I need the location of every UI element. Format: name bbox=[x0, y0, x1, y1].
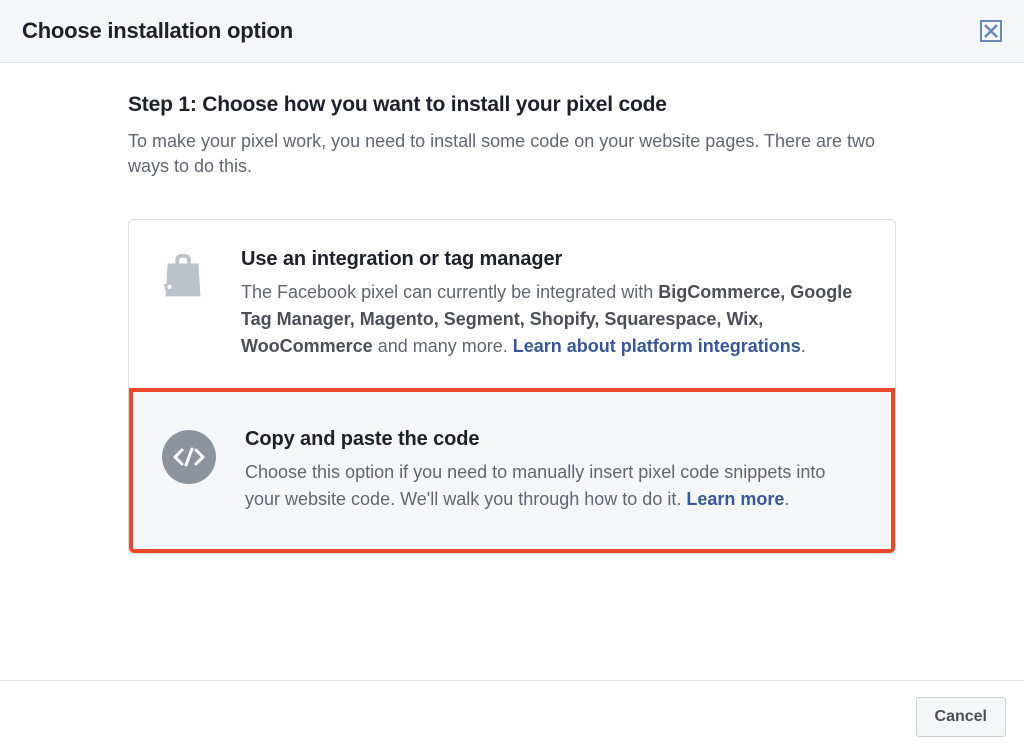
option-copy-paste-text: Choose this option if you need to manual… bbox=[245, 459, 861, 513]
learn-integrations-link[interactable]: Learn about platform integrations bbox=[513, 336, 801, 356]
modal-title: Choose installation option bbox=[22, 18, 293, 44]
option-integration-text-before: The Facebook pixel can currently be inte… bbox=[241, 282, 658, 302]
option-copy-paste[interactable]: Copy and paste the code Choose this opti… bbox=[129, 388, 895, 553]
option-copy-paste-title: Copy and paste the code bbox=[245, 428, 861, 451]
step-description: To make your pixel work, you need to ins… bbox=[128, 129, 896, 179]
close-icon bbox=[984, 24, 998, 38]
modal-footer: Cancel bbox=[0, 680, 1024, 753]
shopping-bag-icon bbox=[155, 248, 215, 360]
option-integration-text-after: and many more. bbox=[373, 336, 513, 356]
options-container: Use an integration or tag manager The Fa… bbox=[128, 219, 896, 554]
option-copy-paste-body: Copy and paste the code Choose this opti… bbox=[245, 428, 861, 513]
option-integration-title: Use an integration or tag manager bbox=[241, 248, 865, 271]
option-integration-text: The Facebook pixel can currently be inte… bbox=[241, 279, 865, 360]
close-button[interactable] bbox=[980, 20, 1002, 42]
option-integration-period: . bbox=[801, 336, 806, 356]
code-icon bbox=[159, 428, 219, 513]
option-integration-body: Use an integration or tag manager The Fa… bbox=[241, 248, 865, 360]
learn-more-link[interactable]: Learn more bbox=[686, 489, 784, 509]
cancel-button[interactable]: Cancel bbox=[916, 697, 1006, 737]
modal-content: Step 1: Choose how you want to install y… bbox=[0, 63, 1024, 574]
step-heading: Step 1: Choose how you want to install y… bbox=[128, 93, 896, 117]
modal-header: Choose installation option bbox=[0, 0, 1024, 63]
option-copy-paste-period: . bbox=[784, 489, 789, 509]
option-integration[interactable]: Use an integration or tag manager The Fa… bbox=[129, 220, 895, 388]
